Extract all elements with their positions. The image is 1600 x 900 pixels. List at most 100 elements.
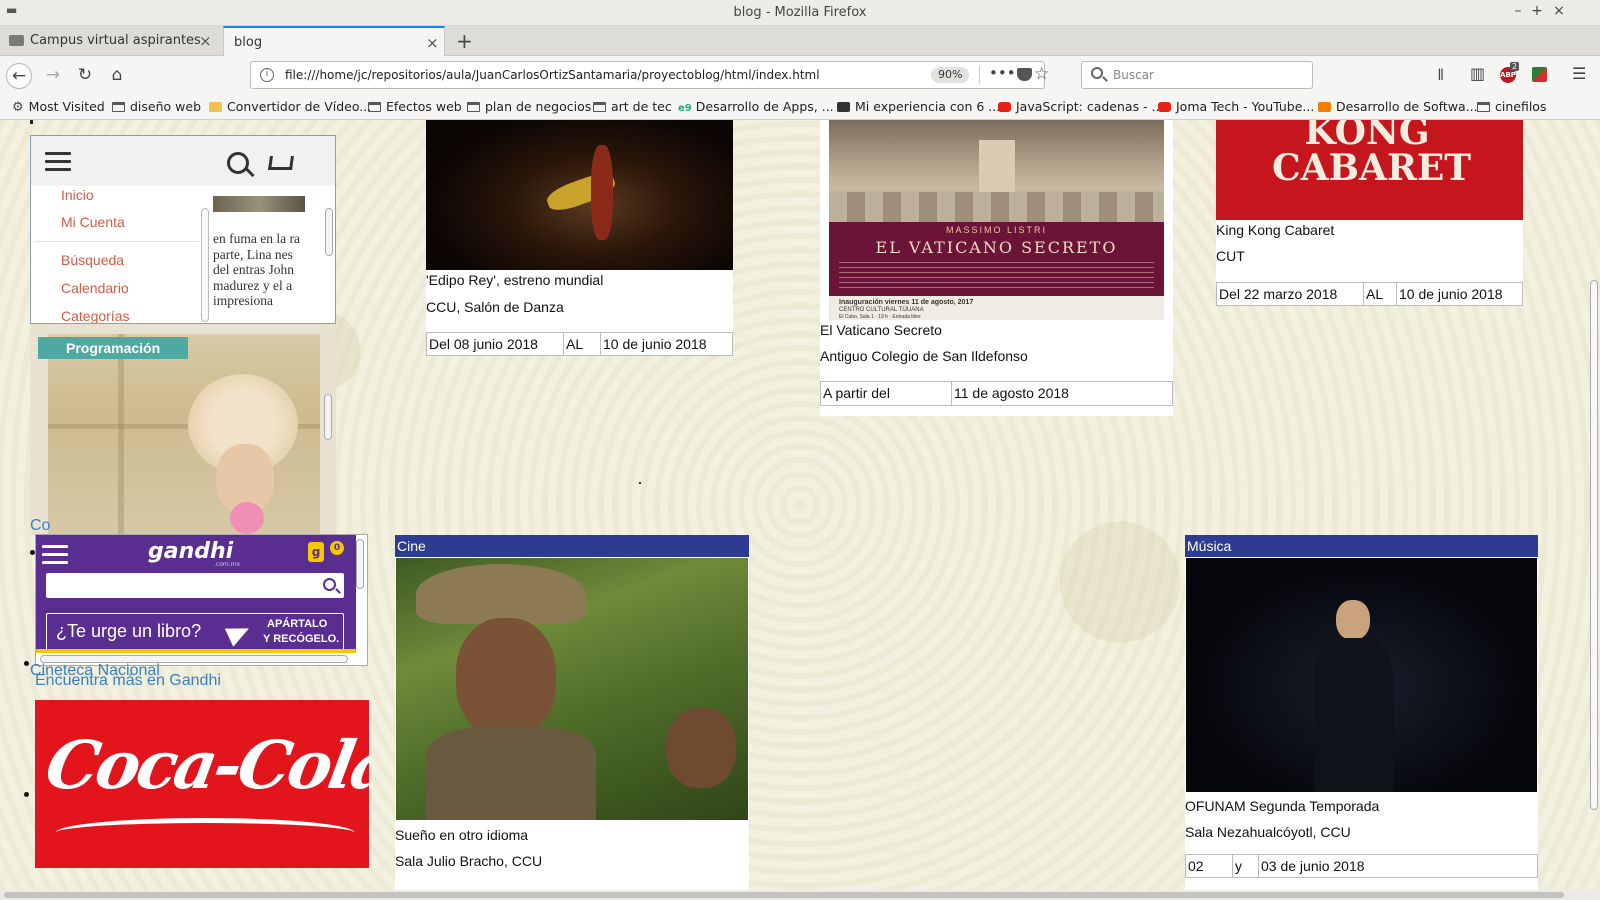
coca-cola-swoosh <box>55 818 355 848</box>
gandhi-search-input[interactable] <box>46 573 344 598</box>
bookmark-most-visited[interactable]: ⚙ Most Visited <box>12 99 105 115</box>
extension-icon[interactable] <box>1532 67 1547 82</box>
bookmark-convertidor[interactable]: Convertidor de Vídeo... <box>209 99 371 114</box>
bookmark-desarrollo-apps[interactable]: e9 Desarrollo de Apps, ... <box>678 99 834 114</box>
shopping-bag-icon[interactable]: g <box>308 542 324 562</box>
bookmark-desarrollo-software[interactable]: Desarrollo de Softwa... <box>1318 99 1478 114</box>
close-window-button[interactable]: × <box>1549 3 1569 19</box>
forward-button[interactable]: → <box>40 63 66 89</box>
search-icon[interactable] <box>323 578 336 591</box>
menu-item-calendario[interactable]: Calendario <box>61 280 129 296</box>
folder-icon <box>1477 102 1490 112</box>
bookmark-diseno-web[interactable]: diseño web <box>112 99 201 114</box>
link-gandhi-more[interactable]: Encuentra más en Gandhi <box>35 672 221 690</box>
library-icon[interactable]: 𝍪 <box>1438 64 1443 91</box>
event-image-ofunam <box>1186 558 1537 792</box>
embedded-header <box>31 136 335 186</box>
bookmark-mi-experiencia[interactable]: Mi experiencia con 6 ... <box>837 99 1000 114</box>
reload-button[interactable]: ↻ <box>72 63 98 89</box>
folder-icon <box>467 102 480 112</box>
promo-question: ¿Te urge un libro? <box>56 621 202 641</box>
blogger-icon <box>1318 102 1331 112</box>
cart-icon[interactable] <box>268 156 294 170</box>
bookmark-label: diseño web <box>130 99 202 114</box>
event-card-vaticano-secreto[interactable]: MASSIMO LISTRI EL VATICANO SECRETO Inaug… <box>820 120 1173 416</box>
frame-scrollbar[interactable] <box>325 208 333 256</box>
page-actions-more-icon[interactable]: ••• <box>989 64 1016 82</box>
new-tab-button[interactable]: + <box>456 29 473 53</box>
minimize-button[interactable]: – <box>1508 3 1528 19</box>
youtube-icon <box>998 102 1011 112</box>
tab-campus-virtual[interactable]: Campus virtual aspirantes × <box>0 26 221 56</box>
search-bar[interactable]: Buscar <box>1081 61 1313 89</box>
list-bullet <box>24 661 29 666</box>
event-card-edipo-rey[interactable]: 'Edipo Rey', estreno mundial CCU, Salón … <box>426 120 733 356</box>
menu-item-mi-cuenta[interactable]: Mi Cuenta <box>61 214 125 230</box>
bookmark-cinefilos[interactable]: cinefilos <box>1477 99 1546 114</box>
gandhi-promo-banner[interactable]: ¿Te urge un libro? APÁRTALO Y RECÓGELO. <box>46 613 344 651</box>
bookmark-joma-tech[interactable]: Joma Tech - YouTube... <box>1158 99 1314 114</box>
coca-cola-ad[interactable]: Coca-Cola <box>35 700 369 868</box>
promo-cta-line2: Y RECÓGELO. <box>263 633 340 645</box>
scrollbar-thumb[interactable] <box>1590 280 1598 810</box>
menu-divider <box>35 241 199 242</box>
youtube-icon <box>1158 102 1171 112</box>
event-dates: Del 08 junio 2018 AL 10 de junio 2018 <box>426 332 733 356</box>
bookmark-plan-negocios[interactable]: plan de negocios <box>467 99 591 114</box>
event-card-ofunam[interactable]: Música OFUNAM Segunda Temporada Sala Nez… <box>1185 535 1538 890</box>
date-end: 11 de agosto 2018 <box>954 385 1069 401</box>
home-button[interactable]: ⌂ <box>104 63 130 89</box>
tab-blog[interactable]: blog × <box>223 26 445 57</box>
stray-dot <box>639 482 641 484</box>
url-text[interactable]: file:///home/jc/repositorios/aula/JuanCa… <box>285 68 820 82</box>
bookmark-efectos-web[interactable]: Efectos web <box>368 99 462 114</box>
hamburger-menu-icon[interactable] <box>45 152 71 172</box>
sidebar-toggle-icon[interactable]: ▥ <box>1470 64 1485 83</box>
maximize-button[interactable]: + <box>1527 3 1547 19</box>
hamburger-menu-icon[interactable] <box>42 545 68 565</box>
bookmark-art-de-tec[interactable]: art de tec <box>593 99 672 114</box>
page-info-icon[interactable]: i <box>260 68 274 82</box>
search-icon[interactable] <box>227 152 249 174</box>
menu-scrollbar[interactable] <box>201 208 209 322</box>
poster-inauguration: Inauguración viernes 11 de agosto, 2017 <box>839 299 974 306</box>
page-vertical-scrollbar[interactable] <box>1588 120 1600 890</box>
page-viewport[interactable]: Inicio Mi Cuenta Búsqueda Calendario Cat… <box>0 120 1600 890</box>
menu-item-inicio[interactable]: Inicio <box>61 187 94 203</box>
programacion-frame[interactable]: Programación <box>30 323 336 535</box>
pocket-icon[interactable] <box>1017 68 1032 81</box>
gandhi-ad-frame[interactable]: gandhi .com.mx g 0 ¿Te urge un libro? AP… <box>35 534 368 666</box>
bookmark-label: JavaScript: cadenas - ... <box>1016 99 1164 114</box>
tab-close-icon[interactable]: × <box>426 34 439 52</box>
bookmark-star-icon[interactable]: ☆ <box>1034 64 1049 84</box>
embedded-menu-frame[interactable]: Inicio Mi Cuenta Búsqueda Calendario Cat… <box>30 135 336 325</box>
programacion-badge[interactable]: Programación <box>38 337 189 359</box>
event-card-sueno-en-otro-idioma[interactable]: Cine Sueño en otro idioma Sala Julio Bra… <box>395 535 749 890</box>
zoom-level-badge[interactable]: 90% <box>931 67 970 83</box>
tab-close-icon[interactable]: × <box>199 32 212 50</box>
scrollbar-thumb[interactable] <box>4 892 1564 898</box>
category-header-cine: Cine <box>395 535 749 557</box>
date-end: 10 de junio 2018 <box>1399 286 1503 302</box>
square-icon <box>837 102 850 112</box>
menu-item-busqueda[interactable]: Búsqueda <box>61 252 124 268</box>
back-button[interactable]: ← <box>6 63 32 89</box>
poster-center: CENTRO CULTURAL TIJUANA <box>839 307 924 313</box>
tab-label: Campus virtual aspirantes <box>30 33 201 48</box>
truncated-link[interactable]: Co <box>30 517 50 535</box>
event-title: King Kong Cabaret <box>1216 222 1335 238</box>
date-end: 03 de junio 2018 <box>1261 858 1365 874</box>
folder-icon <box>112 102 125 112</box>
page-horizontal-scrollbar[interactable] <box>0 890 1600 900</box>
bookmark-javascript-cadenas[interactable]: JavaScript: cadenas - ... <box>998 99 1163 114</box>
event-dates: Del 22 marzo 2018 AL 10 de junio 2018 <box>1216 282 1523 306</box>
frame-scrollbar[interactable] <box>356 539 364 589</box>
event-dates: A partir del 11 de agosto 2018 <box>820 381 1173 406</box>
event-card-king-kong-cabaret[interactable]: KONG CABARET King Kong Cabaret CUT Del 2… <box>1216 120 1523 306</box>
frame-scrollbar[interactable] <box>324 394 332 440</box>
menu-hamburger-icon[interactable]: ☰ <box>1572 64 1586 83</box>
url-bar[interactable]: i file:///home/jc/repositorios/aula/Juan… <box>250 61 1049 89</box>
menu-item-categorias[interactable]: Categorías <box>61 308 129 324</box>
folder-icon <box>593 102 606 112</box>
cat-icon <box>209 102 222 112</box>
